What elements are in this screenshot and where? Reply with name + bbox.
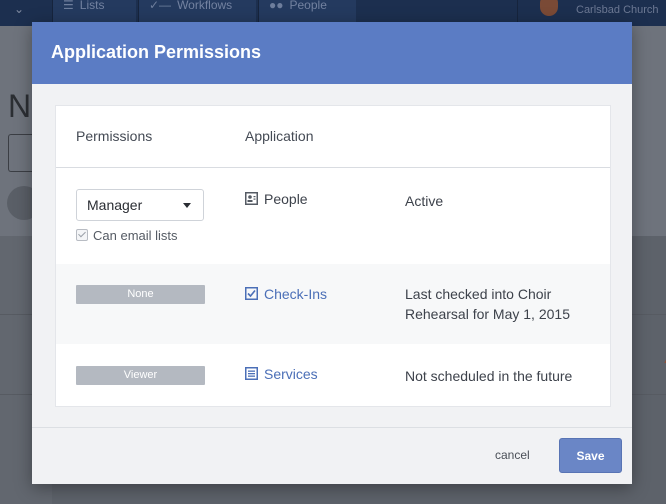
nav-tab-label: Lists (79, 0, 105, 12)
app-status: Active (405, 193, 444, 209)
app-name: Services (264, 366, 318, 382)
avatar (540, 0, 558, 16)
chevron-down-icon[interactable]: ⌄ (14, 2, 24, 16)
app-name: People (264, 191, 308, 207)
people-icon: ●● (269, 0, 284, 12)
cancel-button[interactable]: cancel (495, 448, 530, 462)
email-lists-label: Can email lists (93, 228, 178, 243)
list-icon: ☰ (63, 0, 74, 12)
email-lists-option[interactable]: Can email lists (76, 228, 178, 243)
email-lists-checkbox[interactable] (76, 229, 88, 241)
permissions-modal: Application Permissions Permissions Appl… (32, 22, 632, 484)
background-warning-icon: ▲ (661, 350, 666, 368)
app-status: Not scheduled in the future (405, 368, 573, 384)
column-header-application: Application (245, 128, 314, 144)
background-page-title: N (8, 88, 32, 124)
table-row: Manager Can email lists People Active (56, 168, 610, 264)
people-card-icon (245, 192, 258, 205)
nav-tab-label: People (289, 0, 327, 12)
permission-select[interactable]: Manager (76, 189, 204, 221)
app-status: Last checked into Choir Rehearsal for Ma… (405, 286, 570, 322)
save-button[interactable]: Save (559, 438, 622, 473)
app-check-ins-link[interactable]: Check-Ins (245, 286, 327, 302)
table-header: Permissions Application (56, 106, 610, 168)
app-people: People (245, 191, 308, 207)
permission-badge[interactable]: Viewer (76, 366, 205, 385)
permissions-table: Permissions Application Manager Can emai… (55, 105, 611, 407)
permission-badge[interactable]: None (76, 285, 205, 304)
document-list-icon (245, 367, 258, 380)
modal-title: Application Permissions (32, 22, 632, 84)
app-services-link[interactable]: Services (245, 366, 318, 382)
checklist-icon: ✓— (149, 0, 172, 12)
caret-down-icon (183, 203, 191, 208)
modal-footer-divider (32, 427, 632, 428)
org-name: Carlsbad Church (576, 4, 659, 16)
table-row: None Check-Ins Last checked into Choir R… (56, 264, 610, 344)
app-name: Check-Ins (264, 286, 328, 302)
checkbox-icon (245, 287, 258, 300)
column-header-permissions: Permissions (76, 128, 153, 144)
nav-tab-label: Workflows (177, 0, 233, 12)
table-row: Viewer Services Not scheduled in the fut… (56, 344, 610, 406)
permission-select-value: Manager (87, 197, 143, 213)
